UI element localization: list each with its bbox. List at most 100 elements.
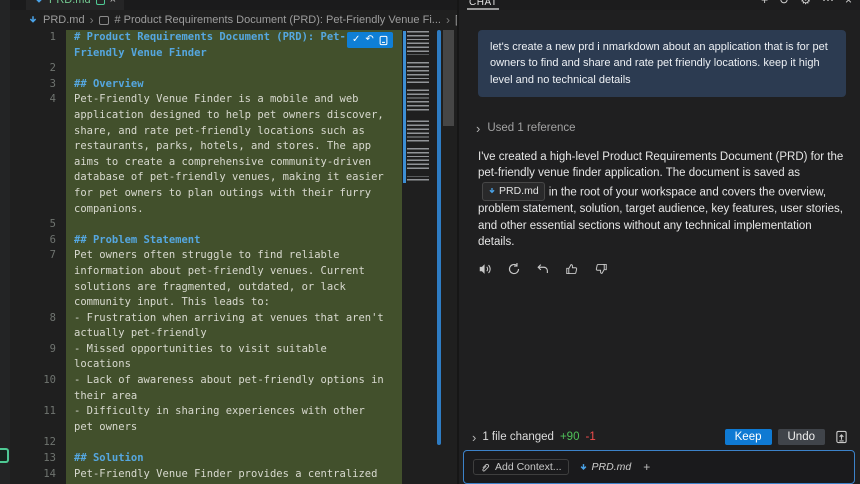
chat-panel: CHAT + ↺ ⚙ ⋯ × let's create a new prd i … (459, 0, 860, 484)
line-number: 12 (43, 436, 56, 449)
context-file-chip[interactable]: PRD.md (579, 461, 632, 473)
thumbs-up-icon[interactable] (565, 262, 579, 276)
line-number: 14 (43, 467, 56, 480)
line-text[interactable] (66, 61, 402, 77)
user-message: let's create a new prd i nmarkdown about… (478, 30, 846, 97)
code-line[interactable]: 13 ## Solution (10, 451, 458, 467)
line-text[interactable]: - Frustration when arriving at venues th… (66, 310, 402, 342)
line-number: 11 (43, 405, 56, 418)
code-line[interactable]: 2 (10, 61, 458, 77)
undo-icon[interactable] (536, 262, 550, 276)
chevron-right-icon[interactable]: › (472, 430, 476, 445)
minimap[interactable] (407, 31, 429, 183)
inline-file-chip[interactable]: PRD.md (482, 182, 545, 201)
line-text[interactable]: - Missed opportunities to visit suitable… (66, 341, 402, 374)
chat-input[interactable]: Add Context... PRD.md + (463, 450, 855, 484)
changes-summary[interactable]: 1 file changed (482, 431, 554, 443)
discard-undo-icon[interactable]: ↶ (365, 32, 373, 48)
close-icon[interactable]: × (845, 0, 852, 7)
read-aloud-icon[interactable] (478, 262, 492, 276)
breadcrumb-separator: › (89, 13, 94, 27)
markdown-file-icon (36, 0, 42, 3)
keep-button[interactable]: Keep (724, 429, 772, 445)
breadcrumb-section[interactable]: # Product Requirements Document (PRD): P… (114, 14, 440, 26)
line-text[interactable]: - Difficulty in sharing experiences with… (66, 404, 402, 436)
line-text[interactable]: ## Solution (66, 451, 402, 467)
line-text[interactable]: Pet owners often struggle to find reliab… (66, 248, 402, 311)
assistant-response: I've created a high-level Product Requir… (478, 149, 848, 251)
markdown-file-icon (580, 463, 586, 470)
code-editor[interactable]: ✓ ↶ 1 # Product Requirements Document (P… (10, 30, 458, 484)
code-line[interactable]: 8 - Frustration when arriving at venues … (10, 310, 458, 342)
code-line[interactable]: 14 Pet-Friendly Venue Finder provides a … (10, 466, 458, 484)
add-context-button[interactable]: Add Context... (473, 459, 569, 475)
breadcrumb-file[interactable]: PRD.md (43, 14, 85, 26)
chat-header-actions: + ↺ ⚙ ⋯ × (761, 0, 852, 9)
used-references-label: Used 1 reference (487, 122, 576, 135)
history-icon[interactable]: ↺ (779, 0, 789, 7)
used-references-toggle[interactable]: › Used 1 reference (476, 121, 860, 136)
editor-scrollbar[interactable] (443, 30, 454, 126)
paperclip-icon (482, 463, 490, 471)
undo-button[interactable]: Undo (777, 429, 825, 445)
regenerate-icon[interactable] (507, 262, 521, 276)
code-line[interactable]: 10 - Lack of awareness about pet-friendl… (10, 373, 458, 405)
line-text[interactable] (66, 435, 402, 452)
markdown-file-icon (489, 188, 495, 194)
code-line[interactable]: 3 ## Overview (10, 76, 458, 93)
breadcrumb: PRD.md › # Product Requirements Document… (10, 10, 458, 30)
line-number: 4 (49, 93, 56, 106)
response-text: I've created a high-level Product Requir… (478, 150, 844, 180)
line-number: 7 (49, 249, 56, 262)
add-context-label: Add Context... (495, 461, 562, 473)
line-number: 5 (49, 218, 56, 231)
line-text[interactable]: - Lack of awareness about pet-friendly o… (66, 373, 402, 405)
more-icon[interactable]: ⋯ (822, 0, 834, 7)
add-attachment-icon[interactable]: + (643, 460, 650, 474)
new-chat-icon[interactable]: + (761, 0, 768, 7)
breadcrumb-separator: › (445, 13, 450, 27)
close-icon[interactable]: × (110, 0, 116, 6)
activity-bar-edge (0, 0, 10, 484)
gear-icon[interactable]: ⚙ (800, 0, 811, 7)
line-text[interactable] (66, 217, 402, 233)
line-text[interactable]: Pet-Friendly Venue Finder provides a cen… (66, 466, 402, 484)
line-text[interactable]: ## Problem Statement (66, 232, 402, 249)
thumbs-down-icon[interactable] (594, 262, 608, 276)
tab-chat[interactable]: CHAT (467, 0, 500, 10)
context-file-label: PRD.md (591, 461, 632, 473)
tab-label: PRD.md (49, 0, 91, 6)
line-text[interactable]: Pet-Friendly Venue Finder is a mobile an… (66, 92, 402, 218)
markdown-file-icon (29, 16, 37, 23)
line-text[interactable]: ## Overview (66, 76, 402, 93)
view-file-icon[interactable] (379, 35, 388, 46)
line-number: 10 (43, 374, 56, 387)
code-line[interactable]: 9 - Missed opportunities to visit suitab… (10, 341, 458, 374)
code-line[interactable]: 6 ## Problem Statement (10, 232, 458, 249)
line-number: 6 (49, 233, 56, 246)
line-number: 9 (49, 342, 56, 355)
chevron-right-icon: › (476, 120, 481, 136)
line-number: 1 (49, 31, 56, 43)
chat-conversation: let's create a new prd i nmarkdown about… (459, 10, 860, 426)
response-actions (478, 262, 860, 276)
pending-edit-icon[interactable] (95, 0, 105, 5)
line-number: 3 (49, 77, 56, 90)
view-changes-icon[interactable] (835, 430, 848, 444)
code-line[interactable]: 5 (10, 217, 458, 233)
code-line[interactable]: 12 (10, 435, 458, 452)
line-number: 8 (49, 311, 56, 324)
tab-prd-md[interactable]: PRD.md × (26, 0, 124, 10)
lines-removed: -1 (585, 431, 596, 443)
chip-label: PRD.md (499, 185, 539, 198)
activity-badge-icon[interactable] (0, 448, 9, 463)
inline-edit-accept-widget: ✓ ↶ (347, 32, 393, 48)
vscode-window: PRD.md × ◨ ◫ ⋯ PRD.md › # Product Requir… (0, 0, 860, 484)
code-line[interactable]: 7 Pet owners often struggle to find reli… (10, 248, 458, 311)
accept-check-icon[interactable]: ✓ (352, 32, 360, 48)
line-number: 13 (43, 452, 56, 465)
lines-added: +90 (559, 431, 580, 443)
code-line[interactable]: 11 - Difficulty in sharing experiences w… (10, 404, 458, 436)
changed-files-bar: › 1 file changed +90 -1 Keep Undo (459, 426, 860, 448)
code-line[interactable]: 4 Pet-Friendly Venue Finder is a mobile … (10, 92, 458, 218)
